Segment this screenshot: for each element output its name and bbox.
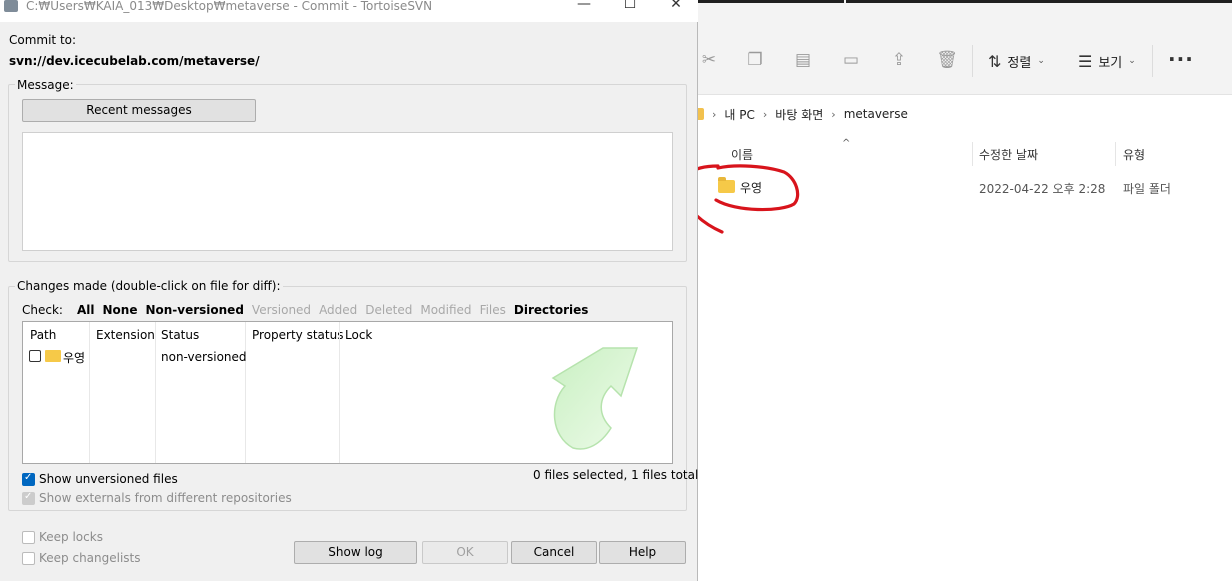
close-button[interactable]: ✕ bbox=[656, 0, 696, 18]
check-all-link[interactable]: All bbox=[77, 303, 95, 319]
file-type: 파일 폴더 bbox=[1123, 182, 1171, 196]
delete-icon[interactable]: 🗑 bbox=[936, 49, 958, 71]
column-header-modified[interactable]: 수정한 날짜 bbox=[979, 146, 1038, 163]
commit-url: svn://dev.icecubelab.com/metaverse/ bbox=[9, 54, 260, 68]
cancel-button[interactable]: Cancel bbox=[511, 541, 597, 564]
share-icon[interactable]: ⇪ bbox=[888, 49, 910, 71]
chevron-right-icon: › bbox=[712, 107, 717, 121]
chevron-right-icon: › bbox=[762, 107, 768, 121]
breadcrumb-item-pc[interactable]: 내 PC bbox=[724, 106, 754, 123]
sort-label: 정렬 bbox=[1007, 55, 1032, 71]
breadcrumb: › 내 PC › 바탕 화면 › metaverse bbox=[696, 96, 1232, 132]
chevron-down-icon: ⌄ bbox=[1128, 56, 1136, 66]
check-modified-link: Modified bbox=[420, 303, 472, 317]
column-divider[interactable] bbox=[972, 142, 973, 166]
check-none-link[interactable]: None bbox=[102, 303, 137, 319]
explorer-toolbar: ✂ ❐ ▤ ▭ ⇪ 🗑 ⇅ 정렬 ⌄ ☰ 보기 ⌄ ··· bbox=[698, 3, 1232, 95]
checkbox-checked-disabled bbox=[22, 491, 35, 505]
maximize-button[interactable]: ☐ bbox=[610, 0, 650, 18]
view-button[interactable]: ☰ 보기 ⌄ bbox=[1078, 49, 1136, 73]
keep-locks-checkbox[interactable]: Keep locks bbox=[22, 530, 103, 544]
show-externals-checkbox: Show externals from different repositori… bbox=[22, 491, 292, 505]
view-label: 보기 bbox=[1098, 55, 1123, 71]
minimize-button[interactable]: — bbox=[564, 0, 604, 18]
checkbox-checked[interactable] bbox=[22, 472, 35, 486]
column-divider[interactable] bbox=[89, 322, 90, 463]
help-button[interactable]: Help bbox=[599, 541, 686, 564]
sort-icon: ⇅ bbox=[988, 51, 1002, 71]
view-icon: ☰ bbox=[1078, 51, 1093, 71]
show-unversioned-label: Show unversioned files bbox=[39, 472, 178, 486]
tortoisesvn-icon bbox=[4, 0, 18, 12]
show-externals-label: Show externals from different repositori… bbox=[39, 491, 292, 505]
column-header-extension[interactable]: Extension bbox=[96, 328, 155, 342]
column-header-status[interactable]: Status bbox=[161, 328, 199, 342]
commit-dialog: C:₩Users₩KAIA_013₩Desktop₩metaverse - Co… bbox=[0, 0, 698, 581]
file-path[interactable]: 우영 bbox=[63, 349, 85, 366]
toolbar-divider bbox=[1152, 45, 1153, 77]
check-deleted-link: Deleted bbox=[365, 303, 413, 317]
chevron-down-icon: ⌄ bbox=[1037, 56, 1045, 66]
keep-changelists-checkbox[interactable]: Keep changelists bbox=[22, 551, 141, 565]
commit-message-input[interactable] bbox=[22, 132, 673, 251]
folder-icon bbox=[45, 350, 61, 362]
check-filter-row: Check: All None Non-versioned Versioned … bbox=[22, 303, 588, 319]
checkbox-unchecked[interactable] bbox=[22, 530, 35, 544]
check-label: Check: bbox=[22, 303, 63, 317]
show-log-button[interactable]: Show log bbox=[294, 541, 417, 564]
breadcrumb-item-desktop[interactable]: 바탕 화면 bbox=[775, 106, 823, 123]
show-unversioned-checkbox[interactable]: Show unversioned files bbox=[22, 472, 178, 486]
cut-icon[interactable]: ✂ bbox=[698, 49, 720, 71]
sort-button[interactable]: ⇅ 정렬 ⌄ bbox=[988, 49, 1045, 73]
checkbox-unchecked[interactable] bbox=[22, 551, 35, 565]
recent-messages-button[interactable]: Recent messages bbox=[22, 99, 256, 122]
file-checkbox[interactable] bbox=[29, 350, 41, 362]
column-divider[interactable] bbox=[1115, 142, 1116, 166]
column-header-property-status[interactable]: Property status bbox=[252, 328, 343, 342]
message-label: Message: bbox=[15, 78, 76, 92]
check-nonversioned-link[interactable]: Non-versioned bbox=[145, 303, 243, 319]
column-divider[interactable] bbox=[155, 322, 156, 463]
window-title: C:₩Users₩KAIA_013₩Desktop₩metaverse - Co… bbox=[26, 0, 433, 13]
file-status: non-versioned bbox=[161, 350, 247, 364]
column-divider[interactable] bbox=[245, 322, 246, 463]
more-options-button[interactable]: ··· bbox=[1168, 47, 1194, 71]
file-modified-date: 2022-04-22 오후 2:28 bbox=[979, 182, 1106, 196]
tortoisesvn-watermark-icon bbox=[551, 347, 639, 450]
changes-file-list[interactable]: Path Extension Status Property status Lo… bbox=[22, 321, 673, 464]
check-versioned-link: Versioned bbox=[251, 303, 312, 317]
column-header-path[interactable]: Path bbox=[30, 328, 56, 342]
check-directories-link[interactable]: Directories bbox=[514, 303, 589, 319]
sort-ascending-icon: ^ bbox=[842, 138, 851, 149]
breadcrumb-item-metaverse[interactable]: metaverse bbox=[844, 107, 908, 121]
chevron-right-icon: › bbox=[831, 107, 836, 121]
column-header-lock[interactable]: Lock bbox=[345, 328, 372, 342]
copy-icon[interactable]: ❐ bbox=[744, 49, 766, 71]
keep-locks-label: Keep locks bbox=[39, 530, 103, 544]
rename-icon[interactable]: ▭ bbox=[840, 49, 862, 71]
check-added-link: Added bbox=[319, 303, 358, 317]
ok-button: OK bbox=[422, 541, 508, 564]
check-files-link: Files bbox=[479, 303, 506, 317]
commit-to-label: Commit to: bbox=[9, 33, 77, 47]
keep-changelists-label: Keep changelists bbox=[39, 551, 141, 565]
changes-label: Changes made (double-click on file for d… bbox=[15, 279, 283, 293]
column-divider[interactable] bbox=[339, 322, 340, 463]
dialog-titlebar[interactable]: C:₩Users₩KAIA_013₩Desktop₩metaverse - Co… bbox=[0, 0, 698, 22]
selection-summary: 0 files selected, 1 files total bbox=[533, 468, 699, 482]
column-header-type[interactable]: 유형 bbox=[1123, 146, 1145, 163]
paste-icon[interactable]: ▤ bbox=[792, 49, 814, 71]
toolbar-divider bbox=[972, 45, 973, 77]
